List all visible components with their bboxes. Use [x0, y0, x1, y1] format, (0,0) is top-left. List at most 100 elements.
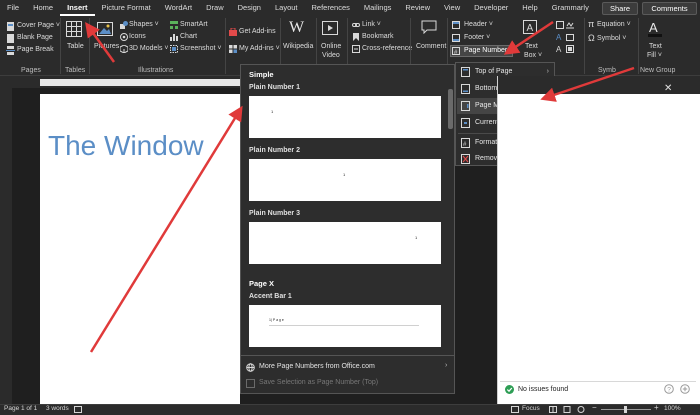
tab-developer[interactable]: Developer	[467, 0, 515, 16]
add-icon[interactable]	[680, 384, 690, 394]
wikipedia-button[interactable]: Wikipedia	[283, 42, 313, 51]
gallery-thumb-plain-number-1[interactable]: 1	[249, 96, 441, 138]
header-button[interactable]: Header ˅	[464, 20, 493, 29]
equation-button[interactable]: Equation ˅	[597, 20, 631, 29]
wikipedia-icon: W	[289, 19, 305, 36]
wordart-icon: A	[556, 33, 562, 41]
footer-icon	[452, 34, 460, 42]
table-button[interactable]: Table	[67, 42, 84, 51]
gallery-footer: More Page Numbers from Office.com › Save…	[241, 355, 454, 393]
gallery-thumb-plain-number-3[interactable]: 1	[249, 222, 441, 264]
symbol-button[interactable]: Symbol ˅	[597, 34, 626, 43]
tab-picture-format[interactable]: Picture Format	[95, 0, 158, 16]
online-video-label-1[interactable]: Online	[321, 42, 341, 51]
tab-references[interactable]: References	[305, 0, 357, 16]
footer-button[interactable]: Footer ˅	[464, 33, 490, 42]
symbols-group-label: Symb	[598, 67, 616, 74]
tab-grammarly[interactable]: Grammarly	[545, 0, 596, 16]
gallery-scrollbar-thumb[interactable]	[448, 89, 453, 129]
tab-mailings[interactable]: Mailings	[357, 0, 399, 16]
zoom-out-button[interactable]: −	[592, 403, 597, 412]
pages-group-label: Pages	[21, 67, 41, 74]
tab-draw[interactable]: Draw	[199, 0, 231, 16]
gallery-item-label: Plain Number 3	[249, 210, 300, 217]
link-button[interactable]: Link ˅	[362, 20, 381, 29]
object-icon	[566, 45, 574, 53]
ribbon-separator	[638, 18, 639, 74]
screenshot-button[interactable]: Screenshot ˅	[180, 44, 221, 53]
svg-text:A: A	[649, 20, 658, 35]
word-count[interactable]: 3 words	[46, 405, 69, 412]
shapes-button[interactable]: Shapes ˅	[129, 20, 159, 29]
thumb-sample: 1	[271, 109, 274, 114]
gallery-scrollbar[interactable]	[447, 85, 454, 355]
gallery-thumb-accent-bar-1[interactable]: 1| P a g e	[249, 305, 441, 347]
date-time-icon	[566, 34, 574, 41]
tab-home[interactable]: Home	[26, 0, 60, 16]
close-icon[interactable]: ✕	[664, 83, 672, 94]
header-icon	[452, 21, 460, 29]
3d-models-button[interactable]: 3D Models ˅	[129, 44, 169, 53]
tab-review[interactable]: Review	[398, 0, 437, 16]
more-page-numbers-item[interactable]: More Page Numbers from Office.com	[259, 363, 375, 370]
pictures-button[interactable]: Pictures	[94, 42, 119, 51]
read-mode-icon[interactable]	[549, 406, 557, 413]
text-fill-label-1[interactable]: Text	[649, 42, 662, 51]
get-addins-icon	[229, 28, 237, 36]
cover-page-button[interactable]: Cover Page ˅	[17, 21, 60, 30]
page-number-label: Page Number ˅	[464, 47, 514, 54]
help-icon[interactable]: ?	[664, 384, 674, 394]
get-addins-button[interactable]: Get Add-ins	[239, 27, 276, 36]
page-break-button[interactable]: Page Break	[17, 45, 54, 54]
ribbon-separator	[60, 18, 61, 74]
pictures-icon	[97, 22, 113, 36]
my-addins-button[interactable]: My Add-ins ˅	[239, 44, 280, 53]
zoom-level[interactable]: 100%	[664, 405, 681, 412]
cover-page-icon	[7, 22, 14, 31]
proofing-icon[interactable]	[74, 406, 82, 413]
text-fill-label-2[interactable]: Fill ˅	[647, 51, 662, 60]
remove-page-numbers-icon	[461, 154, 470, 164]
print-layout-icon[interactable]	[563, 406, 571, 413]
document-heading[interactable]: The Window	[48, 130, 204, 162]
text-box-label-2[interactable]: Box ˅	[524, 51, 542, 60]
blank-page-button[interactable]: Blank Page	[17, 33, 53, 42]
symbol-icon: Ω	[588, 33, 595, 43]
comments-button[interactable]: Comments	[642, 2, 697, 15]
tab-layout[interactable]: Layout	[268, 0, 305, 16]
tab-file[interactable]: File	[0, 0, 26, 16]
share-button[interactable]: Share	[602, 2, 638, 15]
gallery-thumb-plain-number-2[interactable]: 1	[249, 159, 441, 201]
text-box-icon: A	[523, 20, 537, 34]
cross-reference-button[interactable]: Cross-reference	[362, 44, 412, 53]
chart-button[interactable]: Chart	[180, 32, 197, 41]
page-count[interactable]: Page 1 of 1	[4, 405, 37, 412]
icons-button[interactable]: Icons	[129, 32, 146, 41]
vertical-ruler	[0, 88, 12, 404]
tab-design[interactable]: Design	[231, 0, 268, 16]
web-layout-icon[interactable]	[577, 406, 585, 413]
tab-help[interactable]: Help	[515, 0, 544, 16]
smartart-button[interactable]: SmartArt	[180, 20, 208, 29]
page-number-gallery: Simple Plain Number 1 1 Plain Number 2 1…	[240, 64, 455, 394]
top-of-page-icon	[461, 67, 470, 77]
text-box-label-1[interactable]: Text	[525, 42, 538, 51]
tab-insert[interactable]: Insert	[60, 0, 95, 16]
zoom-in-button[interactable]: +	[654, 403, 659, 412]
ribbon-separator	[89, 18, 90, 74]
online-video-label-2[interactable]: Video	[322, 51, 340, 60]
zoom-slider-thumb[interactable]	[624, 406, 627, 413]
screenshot-icon	[170, 45, 178, 53]
tab-wordart[interactable]: WordArt	[158, 0, 199, 16]
my-addins-icon	[229, 45, 237, 53]
bookmark-button[interactable]: Bookmark	[362, 32, 394, 41]
focus-mode-button[interactable]: Focus	[522, 405, 540, 412]
comment-button[interactable]: Comment	[416, 42, 446, 51]
gallery-section-simple: Simple	[249, 70, 274, 79]
svg-text:A: A	[556, 33, 562, 41]
tab-view[interactable]: View	[437, 0, 467, 16]
cross-reference-icon	[352, 45, 360, 53]
new-group-label: New Group	[640, 67, 676, 74]
tables-group-label: Tables	[65, 67, 86, 74]
online-video-icon	[322, 21, 338, 35]
